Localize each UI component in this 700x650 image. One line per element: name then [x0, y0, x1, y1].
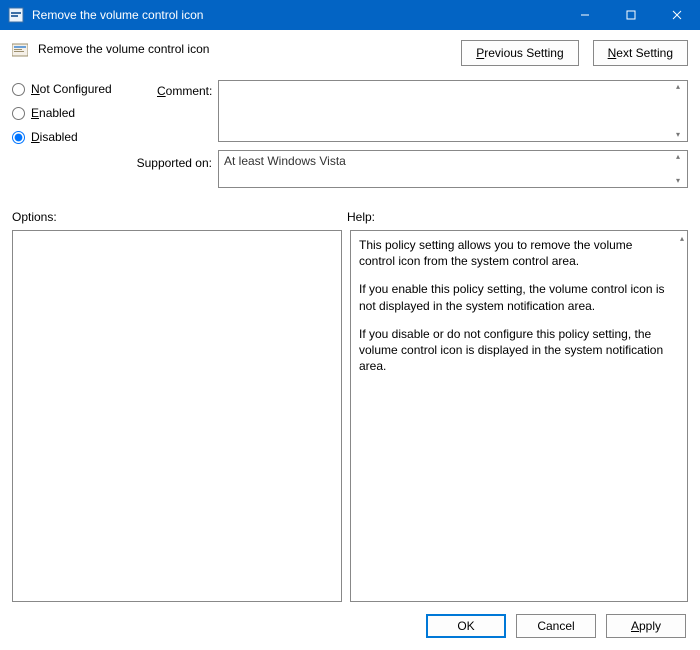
state-radio-group: Not Configured Enabled Disabled: [12, 80, 157, 144]
supported-textbox: At least Windows Vista ▴ ▾: [218, 150, 688, 188]
scroll-up-icon[interactable]: ▴: [680, 234, 684, 243]
help-paragraph: If you disable or do not configure this …: [359, 326, 667, 375]
supported-value: At least Windows Vista: [224, 154, 346, 168]
field-column: Comment: ▴ ▾ Supported on: At least Wind…: [157, 80, 688, 188]
footer-buttons: OK Cancel Apply: [12, 614, 688, 638]
options-pane: [12, 230, 342, 602]
options-label: Options:: [12, 210, 347, 224]
scroll-up-icon[interactable]: ▴: [671, 83, 685, 91]
supported-label: Supported on:: [122, 150, 212, 170]
window-controls: [562, 0, 700, 30]
client-area: Remove the volume control icon Previous …: [0, 30, 700, 650]
comment-row: Comment: ▴ ▾: [157, 80, 688, 142]
radio-not-configured[interactable]: Not Configured: [12, 82, 157, 96]
radio-disabled[interactable]: Disabled: [12, 130, 157, 144]
cancel-button[interactable]: Cancel: [516, 614, 596, 638]
titlebar: Remove the volume control icon: [0, 0, 700, 30]
policy-title: Remove the volume control icon: [38, 40, 451, 56]
supported-row: Supported on: At least Windows Vista ▴ ▾: [157, 150, 688, 188]
radio-enabled-input[interactable]: [12, 107, 25, 120]
header-row: Remove the volume control icon Previous …: [12, 40, 688, 66]
close-button[interactable]: [654, 0, 700, 30]
help-text: This policy setting allows you to remove…: [359, 237, 667, 374]
previous-setting-button[interactable]: Previous Setting: [461, 40, 578, 66]
radio-enabled[interactable]: Enabled: [12, 106, 157, 120]
comment-scroll: ▴ ▾: [671, 81, 685, 141]
window-title: Remove the volume control icon: [32, 8, 562, 22]
config-row: Not Configured Enabled Disabled Comment:…: [12, 80, 688, 188]
policy-icon: [12, 42, 28, 58]
panes: ▴ This policy setting allows you to remo…: [12, 230, 688, 602]
next-setting-button[interactable]: Next Setting: [593, 40, 688, 66]
policy-app-icon: [8, 7, 24, 23]
minimize-button[interactable]: [562, 0, 608, 30]
help-pane: ▴ This policy setting allows you to remo…: [350, 230, 688, 602]
scroll-up-icon[interactable]: ▴: [671, 153, 685, 161]
scroll-down-icon[interactable]: ▾: [671, 177, 685, 185]
radio-not-configured-input[interactable]: [12, 83, 25, 96]
maximize-button[interactable]: [608, 0, 654, 30]
help-paragraph: This policy setting allows you to remove…: [359, 237, 667, 269]
panes-labels: Options: Help:: [12, 210, 688, 224]
help-paragraph: If you enable this policy setting, the v…: [359, 281, 667, 313]
ok-button[interactable]: OK: [426, 614, 506, 638]
scroll-down-icon[interactable]: ▾: [671, 131, 685, 139]
apply-button[interactable]: Apply: [606, 614, 686, 638]
comment-textarea[interactable]: ▴ ▾: [218, 80, 688, 142]
radio-disabled-input[interactable]: [12, 131, 25, 144]
help-label: Help:: [347, 210, 375, 224]
comment-label: Comment:: [157, 80, 212, 98]
nav-buttons: Previous Setting Next Setting: [461, 40, 688, 66]
supported-scroll: ▴ ▾: [671, 151, 685, 187]
